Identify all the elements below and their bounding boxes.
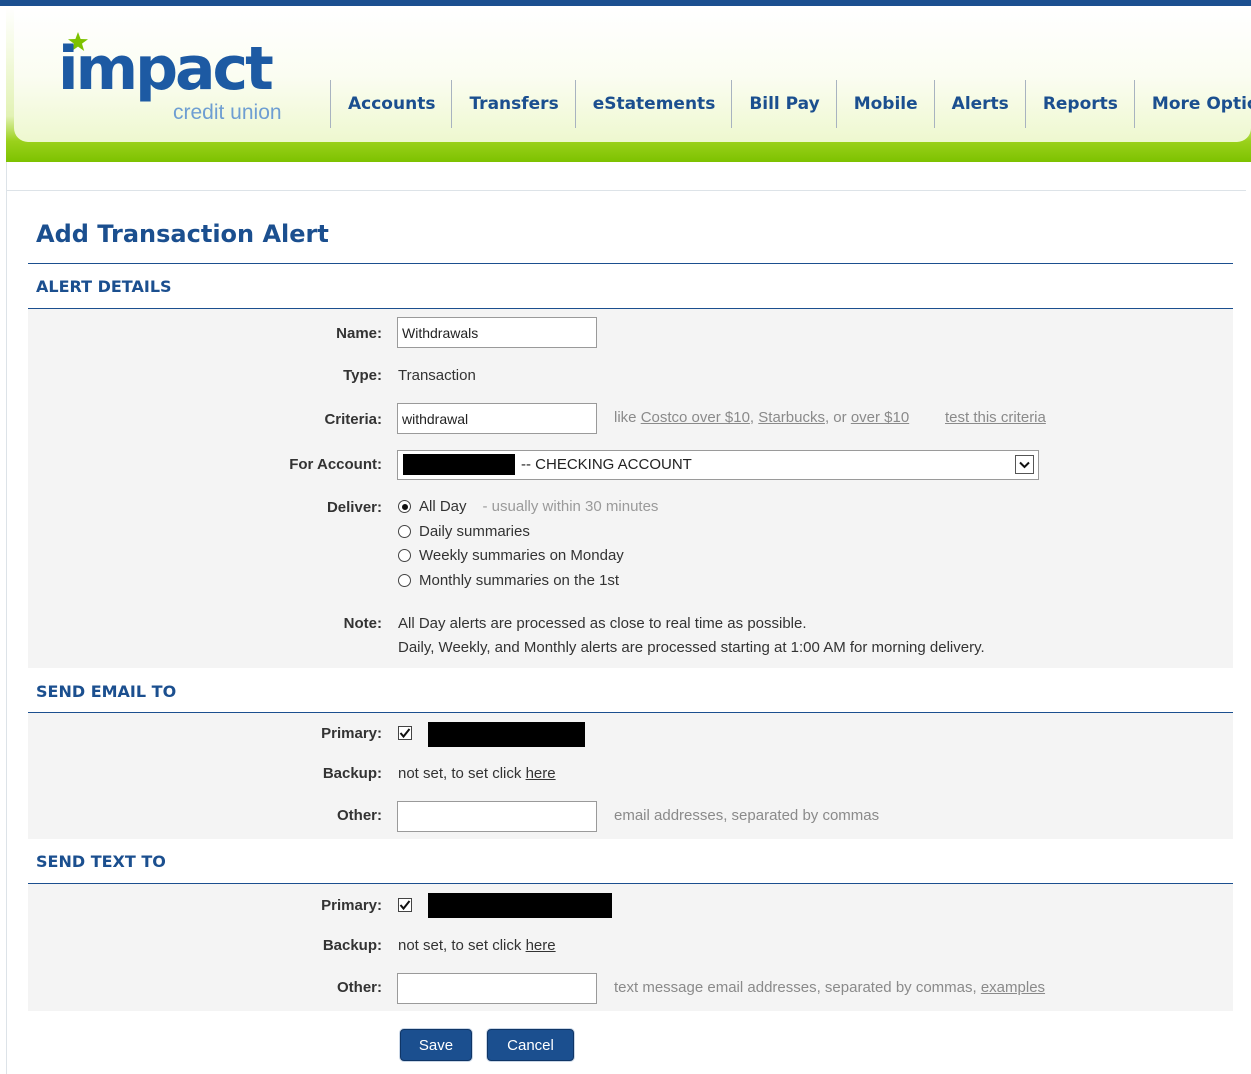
deliver-option-all-day[interactable]: All Day - usually within 30 minutes <box>398 498 658 515</box>
radio-icon[interactable] <box>398 574 411 587</box>
section-title-alert-details: ALERT DETAILS <box>36 277 172 296</box>
email-primary-label: Primary: <box>321 725 382 742</box>
redacted-email-address <box>428 722 585 747</box>
criteria-input[interactable] <box>397 403 597 434</box>
section-rule <box>28 263 1233 264</box>
radio-icon[interactable] <box>398 549 411 562</box>
text-other-input[interactable] <box>397 973 597 1004</box>
header-divider <box>6 190 1246 191</box>
account-label: For Account: <box>289 456 382 473</box>
test-criteria-link[interactable]: test this criteria <box>945 409 1046 426</box>
nav-alerts[interactable]: Alerts <box>933 80 1025 128</box>
example-over-10-link[interactable]: over $10 <box>851 409 909 426</box>
checkmark-icon <box>399 728 411 739</box>
nav-estatements[interactable]: eStatements <box>574 80 732 128</box>
type-value: Transaction <box>398 367 476 384</box>
save-button[interactable]: Save <box>400 1029 472 1061</box>
cancel-button[interactable]: Cancel <box>487 1029 574 1061</box>
deliver-option-label: All Day <box>419 498 467 515</box>
text-primary-checkbox[interactable] <box>398 898 412 912</box>
deliver-option-label: Weekly summaries on Monday <box>419 547 624 564</box>
name-label: Name: <box>336 325 382 342</box>
checkmark-icon <box>399 900 411 911</box>
email-other-input[interactable] <box>397 801 597 832</box>
deliver-option-label: Daily summaries <box>419 523 530 540</box>
section-title-send-email: SEND EMAIL TO <box>36 682 177 701</box>
radio-icon[interactable] <box>398 525 411 538</box>
impact-logo[interactable]: impact credit union <box>40 30 300 130</box>
text-backup-message: not set, to set click <box>398 937 526 954</box>
deliver-option-daily[interactable]: Daily summaries <box>398 523 530 540</box>
account-select-value: -- CHECKING ACCOUNT <box>521 456 692 473</box>
main-nav: Accounts Transfers eStatements Bill Pay … <box>330 80 1251 128</box>
text-other-hint: text message email addresses, separated … <box>614 979 1045 996</box>
radio-selected-icon[interactable] <box>398 500 411 513</box>
criteria-hint-like: like <box>614 409 641 426</box>
criteria-label: Criteria: <box>324 411 382 428</box>
email-other-label: Other: <box>337 807 382 824</box>
redacted-phone-number <box>428 893 612 918</box>
email-backup-text: not set, to set click here <box>398 765 556 782</box>
email-primary-checkbox[interactable] <box>398 726 412 740</box>
example-starbucks-link[interactable]: Starbucks <box>758 409 825 426</box>
note-line-1: All Day alerts are processed as close to… <box>398 615 807 632</box>
account-select[interactable]: -- CHECKING ACCOUNT <box>397 450 1039 480</box>
criteria-hint: like Costco over $10, Starbucks, or over… <box>614 409 909 426</box>
email-other-hint: email addresses, separated by commas <box>614 807 880 824</box>
criteria-hint-sep: , or <box>824 409 851 426</box>
criteria-hint-sep: , <box>749 409 759 426</box>
email-backup-here-link[interactable]: here <box>526 765 556 782</box>
nav-mobile[interactable]: Mobile <box>835 80 934 128</box>
deliver-option-weekly[interactable]: Weekly summaries on Monday <box>398 547 624 564</box>
name-input[interactable] <box>397 317 597 348</box>
text-other-hint-text: text message email addresses, separated … <box>614 979 981 996</box>
text-backup-text: not set, to set click here <box>398 937 556 954</box>
deliver-option-label: Monthly summaries on the 1st <box>419 572 620 589</box>
deliver-option-note: - usually within 30 minutes <box>482 498 659 515</box>
test-criteria-wrap: test this criteria <box>945 409 1046 426</box>
logo-subtitle: credit union <box>173 101 282 124</box>
text-backup-here-link[interactable]: here <box>526 937 556 954</box>
nav-bill-pay[interactable]: Bill Pay <box>731 80 835 128</box>
content-left-border <box>6 162 7 1074</box>
logo-wordmark: impact <box>58 34 274 104</box>
text-backup-label: Backup: <box>322 937 382 954</box>
note-line-2: Daily, Weekly, and Monthly alerts are pr… <box>398 639 985 656</box>
nav-reports[interactable]: Reports <box>1024 80 1134 128</box>
chevron-down-icon[interactable] <box>1015 455 1034 474</box>
redacted-account-number <box>403 454 515 475</box>
note-label: Note: <box>343 615 382 632</box>
nav-more-options[interactable]: More Options <box>1133 80 1251 128</box>
text-primary-label: Primary: <box>321 897 382 914</box>
nav-transfers[interactable]: Transfers <box>451 80 574 128</box>
email-backup-message: not set, to set click <box>398 765 526 782</box>
deliver-label: Deliver: <box>326 499 382 516</box>
nav-accounts[interactable]: Accounts <box>330 80 451 128</box>
deliver-option-monthly[interactable]: Monthly summaries on the 1st <box>398 572 619 589</box>
section-title-send-text: SEND TEXT TO <box>36 852 166 871</box>
type-label: Type: <box>343 367 382 384</box>
example-costco-link[interactable]: Costco over $10 <box>641 409 750 426</box>
examples-link[interactable]: examples <box>981 979 1045 996</box>
header-banner: impact credit union Accounts Transfers e… <box>14 10 1251 142</box>
page-title: Add Transaction Alert <box>36 220 329 248</box>
text-other-label: Other: <box>337 979 382 996</box>
email-backup-label: Backup: <box>322 765 382 782</box>
site-header: impact credit union Accounts Transfers e… <box>6 6 1251 162</box>
